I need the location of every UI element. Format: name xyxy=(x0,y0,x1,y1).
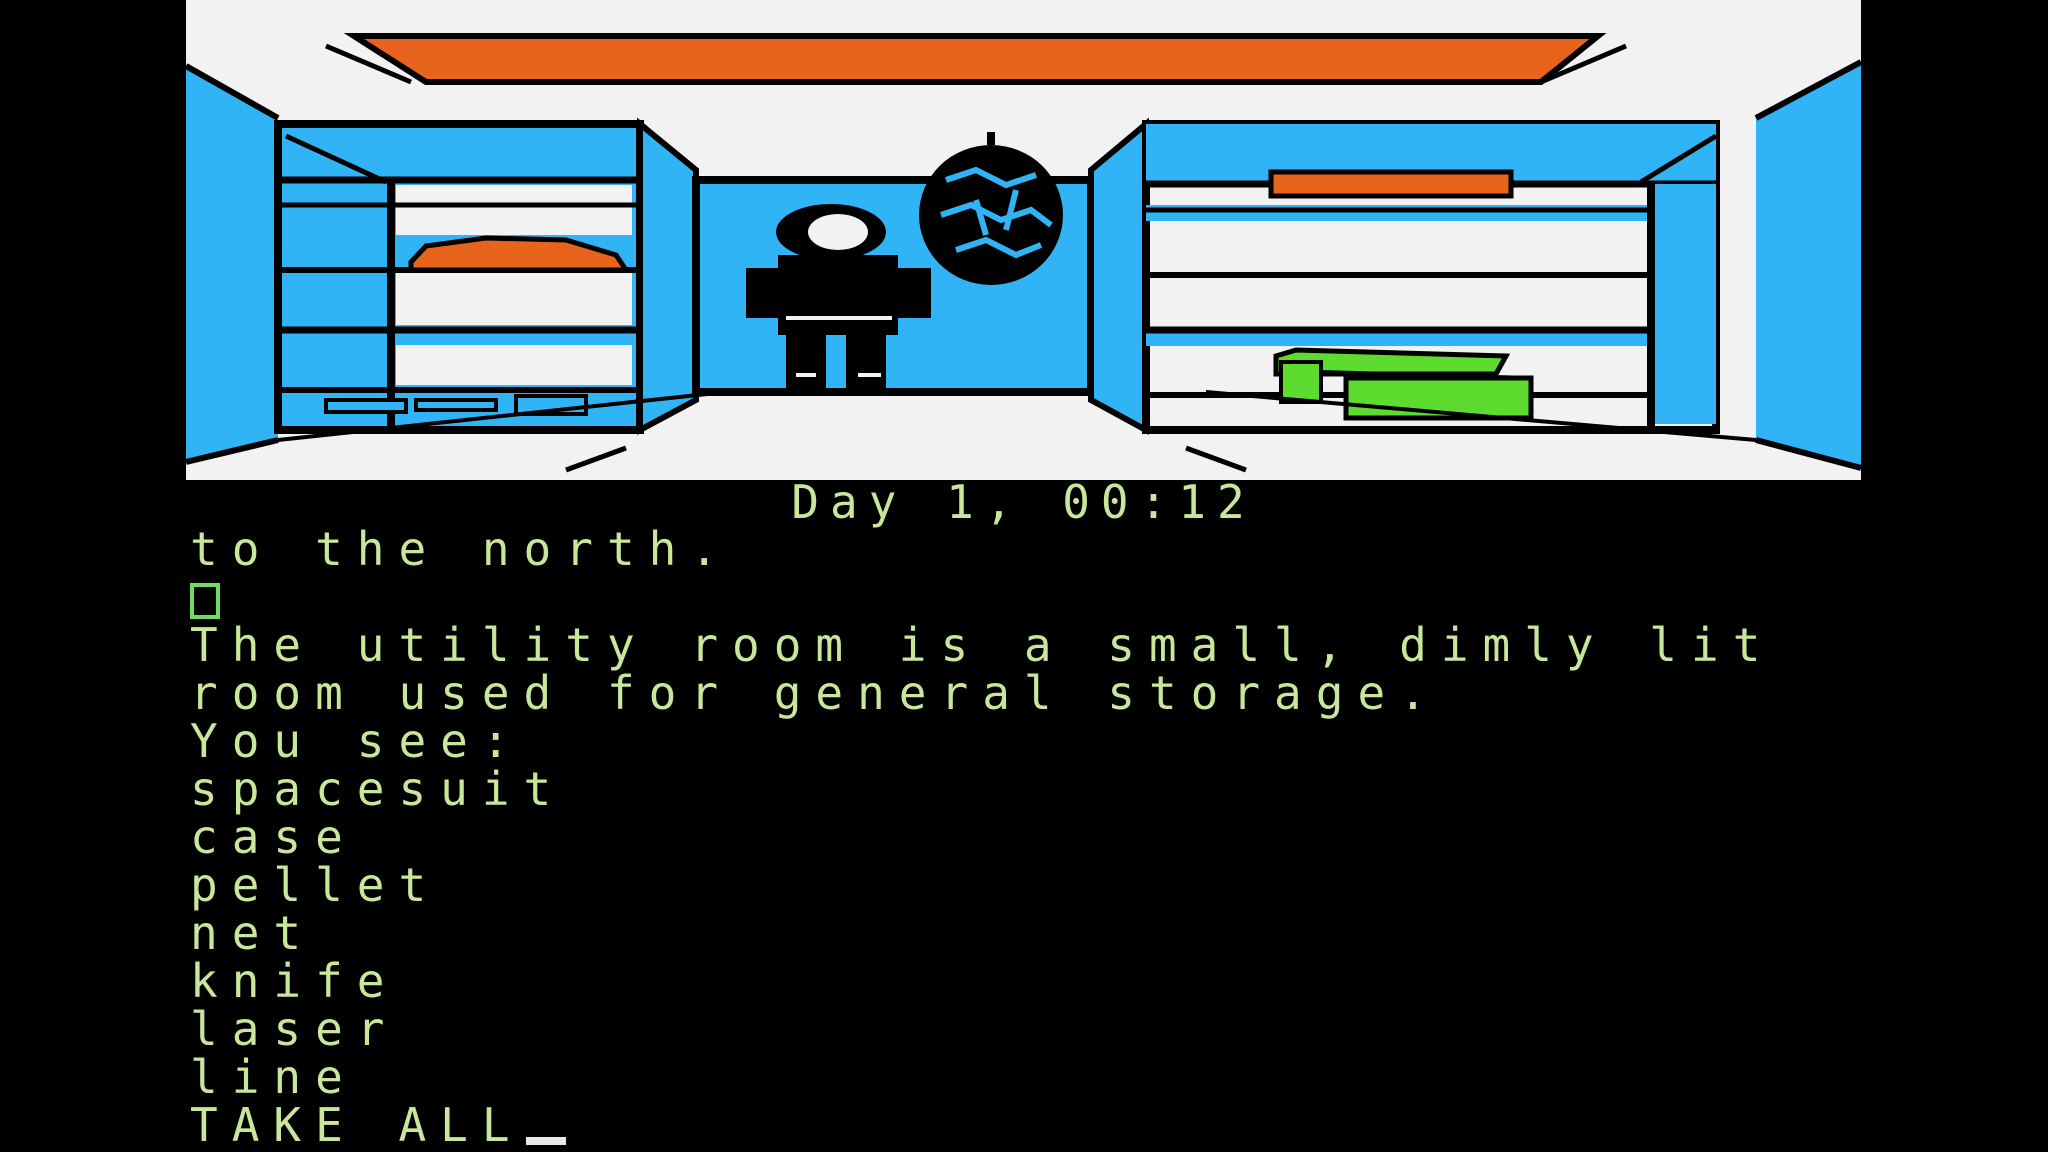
ceiling-light xyxy=(343,33,1607,85)
text-caret xyxy=(525,1137,566,1145)
inventory-item-pellet: pellet xyxy=(190,858,441,912)
command-input[interactable]: TAKE ALL xyxy=(190,1101,1850,1149)
log-line: The utility room is a small, dimly lit xyxy=(190,618,1775,672)
log-line: to the north. xyxy=(190,522,733,576)
left-wall xyxy=(186,66,278,462)
inventory-item-net: net xyxy=(190,906,316,960)
right-shelving xyxy=(1142,120,1720,434)
input-cursor-line xyxy=(190,573,1850,621)
cursor-block xyxy=(190,583,220,619)
log-line: room used for general storage. xyxy=(190,666,1441,720)
inventory-item-laser: laser xyxy=(190,1002,399,1056)
utility-room-scene xyxy=(186,0,1861,480)
left-shelving xyxy=(274,120,644,434)
game-screen: Day 1, 00:12 to the north. The utility r… xyxy=(0,0,2048,1152)
command-text[interactable]: TAKE ALL xyxy=(190,1098,524,1152)
inventory-item-line: line xyxy=(190,1050,357,1104)
terminal-output: to the north. The utility room is a smal… xyxy=(190,525,1850,1149)
knife-item xyxy=(324,398,408,414)
right-wall xyxy=(1756,62,1861,468)
log-line: You see: xyxy=(190,714,524,768)
inventory-item-knife: knife xyxy=(190,954,399,1008)
inventory-item-case: case xyxy=(190,810,357,864)
line-item xyxy=(1268,169,1514,199)
inventory-item-spacesuit: spacesuit xyxy=(190,762,566,816)
